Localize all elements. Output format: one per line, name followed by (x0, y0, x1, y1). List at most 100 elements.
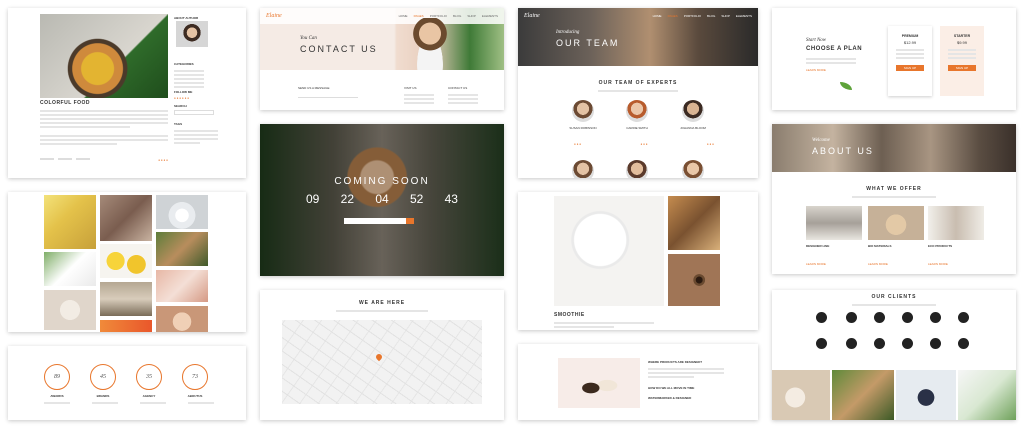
nav-item-shop[interactable]: SHOP (467, 14, 476, 18)
plan-premium: PREMIUM $12.99 SIGN UP (888, 26, 932, 96)
gallery-image[interactable] (100, 282, 152, 316)
client-photo (772, 370, 830, 420)
stat-circle: 35 (136, 364, 162, 390)
gallery-image[interactable] (156, 195, 208, 229)
plan-desc (806, 56, 856, 66)
countdown-value: 43 (444, 192, 458, 206)
plan-kicker: Start Now (806, 38, 827, 43)
sidebar-search-input[interactable] (174, 110, 214, 115)
team-member-photo (682, 100, 704, 122)
client-photo (832, 370, 894, 420)
clients-card: OUR CLIENTS (772, 290, 1016, 420)
team-social-icons[interactable]: ● ● ● ● ● ● ● ● ● (574, 142, 714, 146)
offer-subtitle (852, 194, 936, 200)
countdown-value: 22 (340, 192, 355, 206)
offer-link[interactable]: LEARN MORE (806, 262, 826, 266)
team-nav-portfolio[interactable]: PORTFOLIO (684, 14, 701, 18)
recipe-title: SMOOTHIE (554, 312, 585, 318)
team-nav-pages[interactable]: PAGES (668, 14, 678, 18)
team-section-title: OUR TEAM OF EXPERTS (598, 80, 678, 86)
map-subtitle (336, 308, 428, 314)
offer-section-title: WHAT WE OFFER (866, 186, 922, 192)
contact-woman (410, 18, 450, 70)
tags-list (174, 128, 218, 146)
leaf-decoration (840, 82, 852, 90)
stats-card: 89 45 35 73 AWARDS BRANDS AGENCY ABOUTUS (8, 346, 246, 420)
contact-col-contact: CONTACT US (448, 86, 468, 90)
sidebar-search-title: SEARCH (174, 104, 187, 108)
author-avatar (176, 21, 208, 47)
faq-item[interactable]: HOW DO WE ALL MOVE IN TIME (648, 386, 694, 390)
team-nav-elements[interactable]: ELEMENTS (736, 14, 752, 18)
gallery-image[interactable] (156, 306, 208, 332)
client-logo (874, 338, 885, 349)
team-nav: Elaine HOME PAGES PORTFOLIO BLOG SHOP EL… (518, 8, 758, 24)
plan-price: $9.99 (956, 40, 967, 45)
faq-answer (648, 366, 724, 380)
plan-starter: STARTER $9.99 SIGN UP (940, 26, 984, 96)
client-logo (846, 312, 857, 323)
stat-circle: 45 (90, 364, 116, 390)
blog-card: COLORFUL FOOD ● ● ● ● ABOUT AUTHOR CATEG… (8, 8, 246, 178)
client-logo (902, 312, 913, 323)
coming-soon-card: COMING SOON 09 22 04 52 43 (260, 124, 504, 276)
client-logo (816, 338, 827, 349)
team-title: OUR TEAM (556, 38, 620, 48)
nav-item-blog[interactable]: BLOG (453, 14, 461, 18)
sidebar-follow-title: FOLLOW ME (174, 90, 193, 94)
contact-kicker: You Can (300, 36, 317, 41)
stat-label: ABOUTUS (187, 394, 203, 398)
plan-price: $12.99 (903, 40, 917, 45)
gallery-image[interactable] (100, 195, 152, 241)
team-member-photo (682, 160, 704, 178)
team-logo[interactable]: Elaine (524, 13, 540, 19)
team-nav-shop[interactable]: SHOP (721, 14, 730, 18)
client-logo (816, 312, 827, 323)
sidebar-categories-title: CATEGORIES (174, 62, 194, 66)
contact-logo[interactable]: Elaine (266, 13, 282, 19)
social-icons[interactable]: ● ● ● ● ● ● (174, 96, 189, 100)
recipe-photo (554, 196, 664, 306)
gallery-image[interactable] (44, 290, 96, 330)
client-logo (846, 338, 857, 349)
nav-item-elements[interactable]: ELEMENTS (482, 14, 498, 18)
contact-lines (448, 92, 478, 106)
stat-circle: 73 (182, 364, 208, 390)
offer-photo (806, 206, 862, 240)
gallery-image[interactable] (156, 270, 208, 302)
categories-list (174, 68, 204, 90)
offer-link[interactable]: LEARN MORE (928, 262, 948, 266)
offer-title: ECO PRODUCTS (928, 244, 953, 248)
nav-item-home[interactable]: HOME (399, 14, 408, 18)
map-view[interactable] (282, 320, 482, 404)
offer-link[interactable]: LEARN MORE (868, 262, 888, 266)
faq-item[interactable]: WATERMARKED & DESIGNED (648, 396, 691, 400)
stat-desc-lines (44, 402, 214, 404)
gallery-image[interactable] (100, 320, 152, 332)
gallery-image[interactable] (100, 244, 152, 278)
faq-item[interactable]: WHERE PRODUCTS ARE DESIGNED? (648, 360, 702, 364)
about-hero (772, 124, 1016, 172)
subscribe-button[interactable] (406, 218, 414, 224)
sidebar-about-title: ABOUT AUTHOR (174, 16, 199, 20)
pricing-card: Start Now CHOOSE A PLAN LEARN MORE PREMI… (772, 8, 1016, 110)
plan-signup-button[interactable]: SIGN UP (948, 65, 976, 71)
countdown-value: 52 (409, 192, 424, 206)
recipe-card: SMOOTHIE (518, 192, 758, 330)
client-logo (874, 312, 885, 323)
offer-title: BIO MATERIALS (868, 244, 892, 248)
team-nav-blog[interactable]: BLOG (707, 14, 715, 18)
faq-card: WHERE PRODUCTS ARE DESIGNED? HOW DO WE A… (518, 344, 758, 420)
gallery-image[interactable] (156, 232, 208, 266)
plan-link[interactable]: LEARN MORE (806, 68, 826, 72)
subscribe-input[interactable] (344, 218, 414, 224)
gallery-image[interactable] (44, 195, 96, 249)
message-field[interactable] (298, 92, 358, 98)
gallery-image[interactable] (44, 252, 96, 286)
team-nav-home[interactable]: HOME (653, 14, 662, 18)
plan-name: STARTER (953, 34, 971, 38)
about-title: ABOUT US (812, 146, 874, 156)
about-kicker: Welcome (812, 138, 830, 143)
team-member-name: JOHANNA BLOOM (680, 126, 706, 130)
plan-signup-button[interactable]: SIGN UP (896, 65, 924, 71)
